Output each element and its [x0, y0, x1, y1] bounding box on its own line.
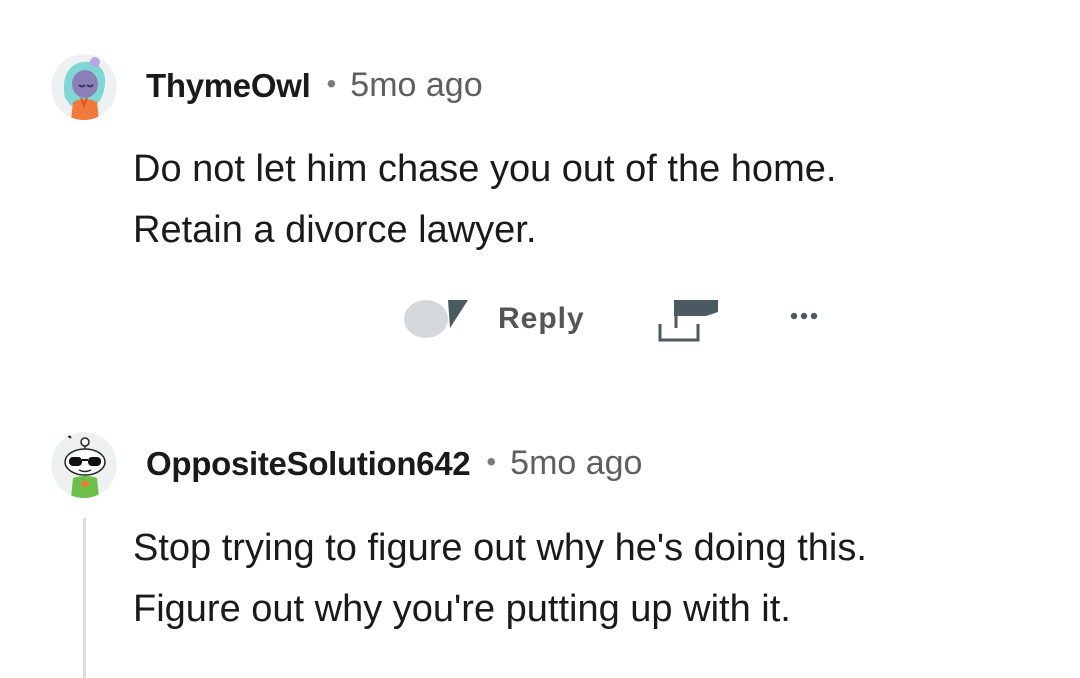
- user-avatar[interactable]: [51, 54, 117, 120]
- comment-meta: OppositeSolution642 • 5mo ago: [146, 444, 642, 483]
- avatar-teal-hair-icon: [51, 54, 117, 120]
- comment-body: Stop trying to figure out why he's doing…: [133, 518, 1033, 640]
- reply-button[interactable]: Reply: [400, 292, 584, 348]
- comment-action-bar: Reply: [0, 292, 1080, 352]
- timestamp: 5mo ago: [510, 444, 643, 482]
- comment-meta: ThymeOwl • 5mo ago: [146, 66, 483, 105]
- username[interactable]: OppositeSolution642: [146, 445, 471, 483]
- more-options-button[interactable]: [786, 298, 826, 334]
- comment-line: Do not let him chase you out of the home…: [133, 148, 837, 190]
- user-avatar[interactable]: [51, 432, 117, 498]
- comment-line: Retain a divorce lawyer.: [133, 209, 537, 251]
- more-dots-icon: [790, 312, 818, 320]
- username[interactable]: ThymeOwl: [146, 67, 311, 105]
- timestamp: 5mo ago: [350, 66, 483, 104]
- reply-bubble-icon: [404, 300, 448, 338]
- comment-line: Figure out why you're putting up with it…: [133, 588, 791, 630]
- comment-2: OppositeSolution642 • 5mo ago Stop tryin…: [0, 390, 1080, 678]
- avatar-snoo-sunglasses-icon: [51, 432, 117, 498]
- share-button[interactable]: [652, 294, 724, 342]
- meta-separator: •: [326, 67, 337, 99]
- comment-line: Stop trying to figure out why he's doing…: [133, 527, 867, 569]
- comment-1: ThymeOwl • 5mo ago Do not let him chase …: [0, 0, 1080, 390]
- comment-body: Do not let him chase you out of the home…: [133, 139, 1033, 261]
- share-icon: [658, 300, 718, 342]
- thread-line[interactable]: [83, 518, 86, 678]
- reply-tail-icon: [448, 300, 468, 328]
- reply-label: Reply: [498, 302, 585, 335]
- meta-separator: •: [486, 445, 497, 477]
